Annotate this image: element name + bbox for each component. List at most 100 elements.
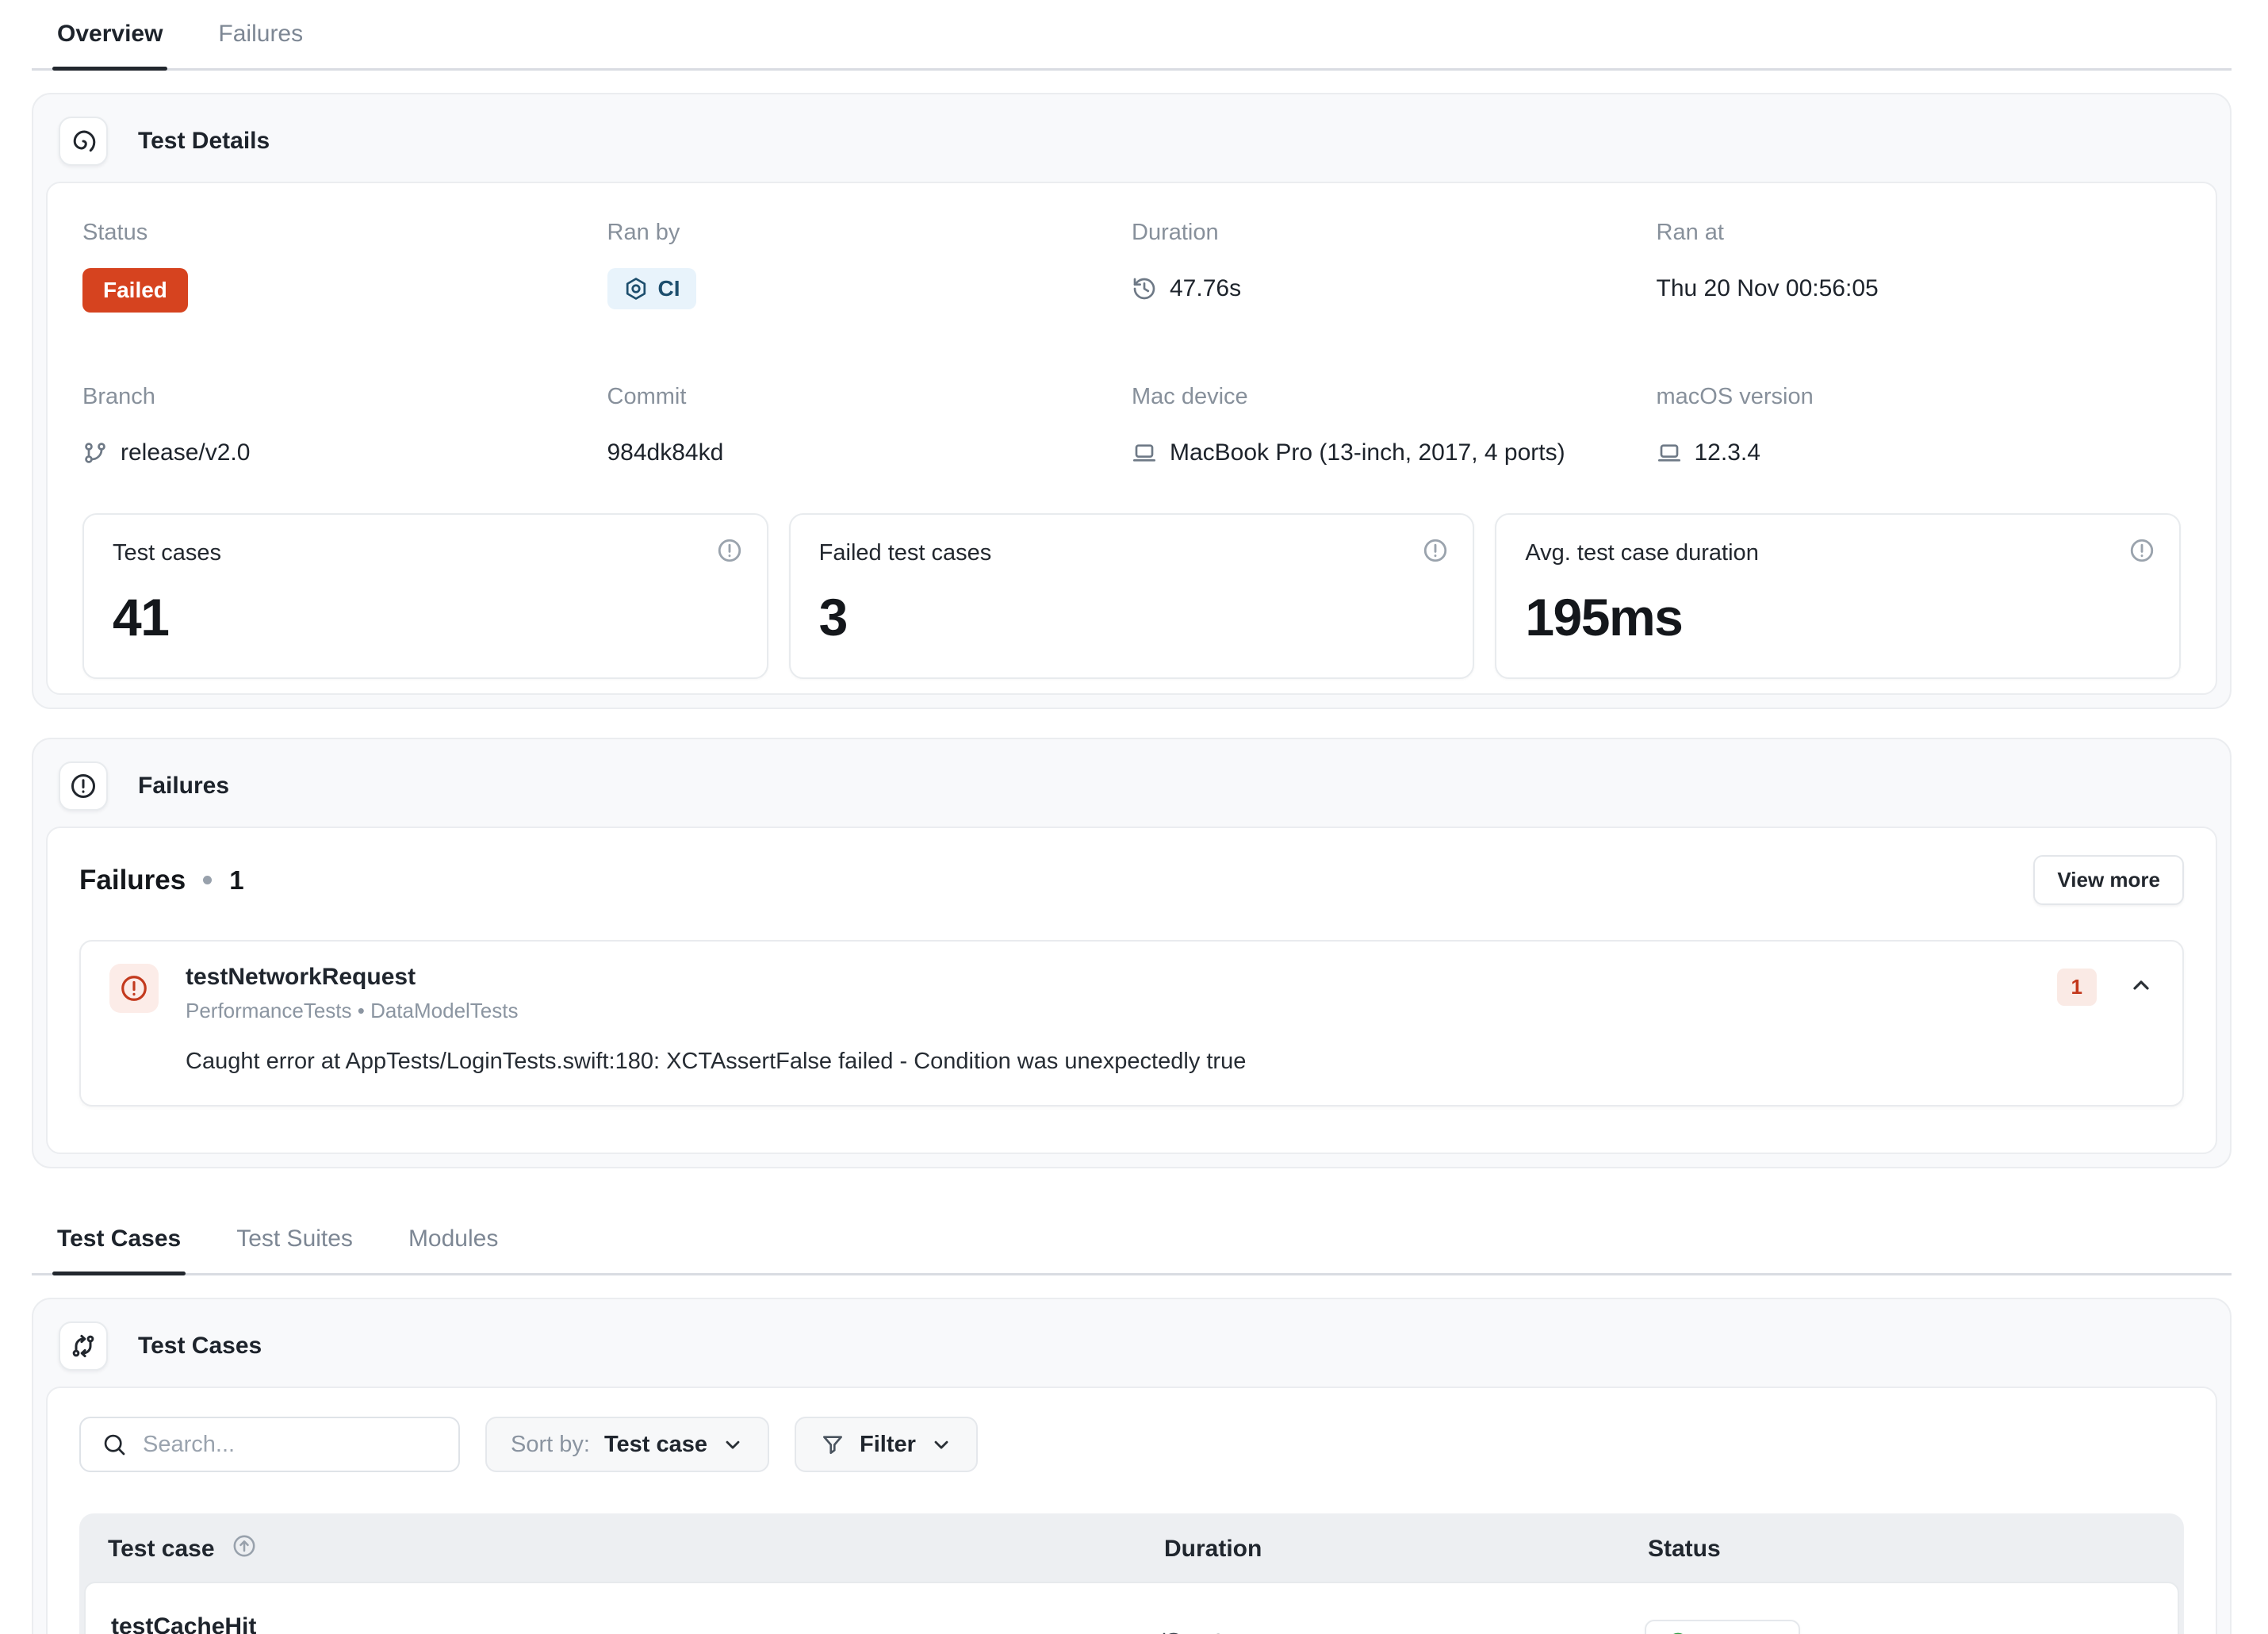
tab-modules[interactable]: Modules	[408, 1226, 498, 1273]
field-mac-device-label: Mac device	[1132, 384, 1657, 410]
chevron-up-icon	[2128, 972, 2154, 998]
field-ran-at: Ran at Thu 20 Nov 00:56:05	[1657, 220, 2182, 313]
status-passed-label: Passed	[1702, 1631, 1780, 1634]
field-ran-by-label: Ran by	[607, 220, 1132, 246]
list-tabbar: Test Cases Test Suites Modules	[32, 1205, 2232, 1275]
field-ran-by: Ran by CI	[607, 220, 1132, 313]
test-details-tile	[59, 117, 108, 166]
test-details-header: Test Details	[46, 110, 2217, 182]
field-macos-version-label: macOS version	[1657, 384, 2182, 410]
stat-failed-test-cases: Failed test cases 3	[789, 513, 1475, 679]
field-status-label: Status	[82, 220, 607, 246]
search-box	[79, 1417, 460, 1472]
retest-arrows-icon	[69, 1332, 98, 1360]
row-duration-cell: 107ms	[1161, 1630, 1645, 1634]
failures-card: Failures Failures 1 View more testNetwor…	[32, 738, 2232, 1168]
failures-header: Failures	[46, 755, 2217, 827]
row-duration-value: 107ms	[1199, 1630, 1268, 1634]
chevron-down-icon	[930, 1433, 952, 1456]
tab-test-cases[interactable]: Test Cases	[57, 1226, 181, 1273]
search-icon	[102, 1432, 127, 1457]
test-cases-card: Test Cases Sort by: Test case Filter	[32, 1298, 2232, 1634]
field-commit: Commit 984dk84kd	[607, 384, 1132, 474]
duration-value: 47.76s	[1170, 275, 1241, 302]
laptop-icon	[1657, 440, 1682, 466]
table-header: Test case Duration Status	[79, 1513, 2184, 1582]
tab-overview[interactable]: Overview	[57, 21, 163, 68]
ran-at-value: Thu 20 Nov 00:56:05	[1657, 275, 1879, 302]
stat-test-cases-value: 41	[113, 587, 738, 647]
stat-failed-test-cases-label: Failed test cases	[819, 540, 1445, 566]
git-branch-icon	[82, 440, 108, 466]
mac-device-value: MacBook Pro (13-inch, 2017, 4 ports)	[1170, 439, 1565, 466]
stat-avg-duration-label: Avg. test case duration	[1525, 540, 2151, 566]
test-details-card: Test Details Status Failed Ran by CI	[32, 93, 2232, 709]
failure-count-badge: 1	[2057, 969, 2097, 1006]
failures-count: 1	[229, 865, 243, 896]
stat-test-cases-label: Test cases	[113, 540, 738, 566]
dot-separator	[203, 876, 212, 884]
info-icon[interactable]	[716, 537, 743, 564]
test-details-title: Test Details	[138, 128, 270, 155]
failure-item[interactable]: testNetworkRequest PerformanceTests • Da…	[79, 940, 2184, 1107]
failures-heading-row: Failures 1 View more	[79, 855, 2184, 905]
search-input[interactable]	[141, 1431, 438, 1459]
commit-value: 984dk84kd	[607, 439, 724, 466]
tab-failures[interactable]: Failures	[218, 21, 303, 68]
status-passed-badge: Passed	[1645, 1620, 1800, 1634]
laptop-icon	[1132, 440, 1157, 466]
field-duration: Duration 47.76s	[1132, 220, 1657, 313]
tab-test-suites[interactable]: Test Suites	[236, 1226, 353, 1273]
clock-history-icon	[1132, 276, 1157, 301]
sort-ascending-icon	[231, 1532, 258, 1566]
ci-hexagon-icon	[623, 276, 649, 301]
collapse-chevron[interactable]	[2128, 972, 2154, 1002]
view-more-button[interactable]: View more	[2033, 855, 2184, 905]
chevron-down-icon	[722, 1433, 744, 1456]
failures-section-title: Failures	[138, 773, 229, 800]
failure-text-block: testNetworkRequest PerformanceTests • Da…	[186, 964, 519, 1023]
field-mac-device: Mac device MacBook Pro (13-inch, 2017, 4…	[1132, 384, 1657, 474]
branch-value: release/v2.0	[121, 439, 250, 466]
failure-test-path: PerformanceTests • DataModelTests	[186, 999, 519, 1023]
filter-button[interactable]: Filter	[795, 1417, 978, 1472]
row-test-name: testCacheHit	[111, 1613, 1161, 1634]
failures-heading: Failures	[79, 865, 186, 896]
info-icon[interactable]	[1422, 537, 1449, 564]
field-commit-label: Commit	[607, 384, 1132, 410]
field-ran-at-label: Ran at	[1657, 220, 2182, 246]
info-icon[interactable]	[2128, 537, 2155, 564]
spiral-icon	[69, 127, 98, 155]
column-test-case[interactable]: Test case	[108, 1532, 1164, 1566]
test-cases-toolbar: Sort by: Test case Filter	[79, 1417, 2184, 1472]
field-status: Status Failed	[82, 220, 607, 313]
test-details-panel: Status Failed Ran by CI Duratio	[46, 182, 2217, 695]
column-test-case-label: Test case	[108, 1536, 215, 1563]
sort-by-button[interactable]: Sort by: Test case	[485, 1417, 769, 1472]
test-cases-header: Test Cases	[46, 1315, 2217, 1387]
alert-circle-icon	[69, 772, 98, 800]
sort-by-label: Sort by:	[511, 1432, 590, 1458]
check-circle-icon	[1665, 1631, 1691, 1634]
row-name-cell: testCacheHit PerformanceTests • LoginTes…	[111, 1613, 1161, 1634]
filter-label: Filter	[860, 1432, 916, 1458]
test-report-page: Overview Failures Test Details Status Fa…	[0, 0, 2268, 1634]
row-status-cell: Passed	[1645, 1620, 2152, 1634]
stats-row: Test cases 41 Failed test cases 3 Avg. t…	[82, 513, 2181, 679]
test-cases-table: Test case Duration Status testCacheHit P…	[79, 1513, 2184, 1634]
field-macos-version: macOS version 12.3.4	[1657, 384, 2182, 474]
failures-tile	[59, 761, 108, 811]
test-cases-panel: Sort by: Test case Filter Test case	[46, 1387, 2217, 1634]
field-branch-label: Branch	[82, 384, 607, 410]
test-details-fields: Status Failed Ran by CI Duratio	[82, 220, 2181, 474]
filter-funnel-icon	[820, 1432, 845, 1457]
table-row[interactable]: testCacheHit PerformanceTests • LoginTes…	[84, 1582, 2179, 1634]
failure-test-name: testNetworkRequest	[186, 964, 519, 991]
failure-alert-tile	[109, 964, 159, 1013]
stat-failed-test-cases-value: 3	[819, 587, 1445, 647]
failure-item-right: 1	[2057, 964, 2154, 1006]
failure-message: Caught error at AppTests/LoginTests.swif…	[186, 1049, 2154, 1075]
top-tabbar: Overview Failures	[32, 0, 2232, 71]
failure-item-row: testNetworkRequest PerformanceTests • Da…	[109, 964, 2154, 1023]
field-duration-label: Duration	[1132, 220, 1657, 246]
